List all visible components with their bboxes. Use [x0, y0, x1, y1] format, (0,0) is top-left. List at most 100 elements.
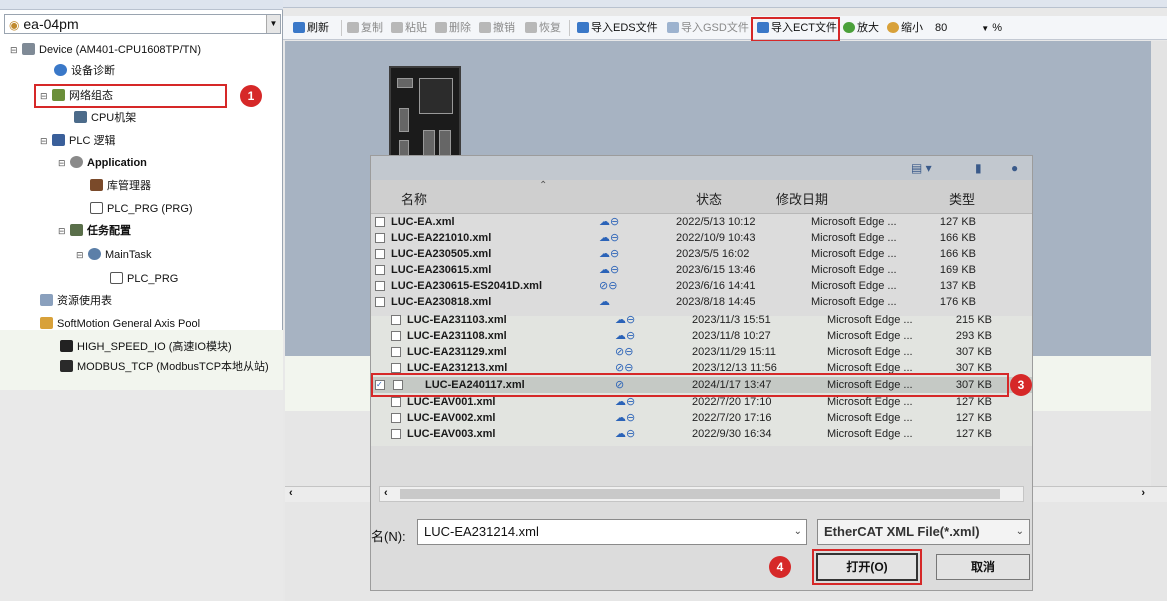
file-type: Microsoft Edge ...	[827, 428, 913, 440]
file-status: ☁⊖	[599, 216, 620, 228]
tree-lower-region: HIGH_SPEED_IO (高速IO模块) MODBUS_TCP (Modbu…	[0, 330, 283, 390]
file-date: 2023/6/15 13:46	[676, 264, 756, 276]
cancel-button[interactable]: 取消	[936, 554, 1030, 580]
tree-item-application[interactable]: ⊟ Application	[58, 154, 147, 172]
file-row[interactable]: LUC-EA231103.xml ☁⊖ 2023/11/3 15:51 Microso…	[371, 312, 1032, 328]
filename-label: 名(N):	[371, 529, 406, 544]
file-status: ☁⊖	[599, 264, 620, 276]
file-icon	[391, 397, 401, 407]
callout-box-3	[371, 373, 1009, 397]
column-status[interactable]: 状态	[696, 189, 722, 208]
file-date: 2023/11/29 15:11	[692, 346, 777, 358]
file-row[interactable]: LUC-EA230615.xml ☁⊖ 2023/6/15 13:46 Microso…	[371, 262, 1032, 278]
task-config-icon	[70, 224, 83, 237]
file-row[interactable]: LUC-EA230818.xml ☁ 2023/8/18 14:45 Microsof…	[371, 294, 1032, 310]
scroll-left-arrow[interactable]: ‹	[384, 487, 388, 499]
tree-item-diagnostics[interactable]: 设备诊断	[52, 62, 115, 80]
tree-item-main-task[interactable]: ⊟ MainTask	[76, 246, 151, 264]
redo-button[interactable]: 恢复	[523, 19, 563, 37]
zoom-level-select[interactable]: 80 ▼ %	[933, 19, 1004, 37]
file-list-horizontal-scrollbar[interactable]: ‹	[379, 486, 1024, 502]
file-type: Microsoft Edge ...	[811, 264, 897, 276]
preview-pane-icon[interactable]: ▮	[975, 161, 982, 175]
file-row[interactable]: LUC-EA230615-ES2041D.xml ⊘⊖ 2023/6/16 14:4…	[371, 278, 1032, 294]
tree-item-library-manager[interactable]: 库管理器	[88, 177, 151, 195]
callout-box-2	[751, 17, 840, 42]
import-eds-icon	[577, 21, 589, 33]
tree-item-modbus-tcp[interactable]: MODBUS_TCP (ModbusTCP本地从站)	[58, 358, 269, 376]
file-size: 127 KB	[955, 412, 992, 424]
import-gsd-button[interactable]: 导入GSD文件	[665, 19, 751, 37]
tree-item-plc-logic[interactable]: ⊟ PLC 逻辑	[40, 132, 115, 150]
application-icon	[70, 156, 83, 169]
file-date: 2023/6/16 14:41	[676, 280, 756, 292]
callout-box-1	[34, 84, 227, 108]
toolbar-separator	[569, 20, 570, 36]
file-icon	[375, 249, 385, 259]
undo-button[interactable]: 撤销	[477, 19, 517, 37]
device-port	[397, 78, 413, 88]
chevron-down-icon[interactable]: ▼	[266, 15, 280, 33]
file-row[interactable]: LUC-EA221010.xml ☁⊖ 2022/10/9 10:43 Microso…	[371, 230, 1032, 246]
tree-item-task-config[interactable]: ⊟ 任务配置	[58, 222, 131, 240]
file-icon	[391, 363, 401, 373]
file-row[interactable]: LUC-EAV002.xml ☁⊖ 2022/7/20 17:16 Microsoft…	[371, 410, 1032, 426]
undo-icon	[479, 21, 491, 33]
file-size: 166 KB	[939, 232, 976, 244]
file-row[interactable]: LUC-EA231129.xml ⊘⊖ 2023/11/29 15:11 Micros…	[371, 344, 1032, 360]
filetype-select[interactable]: EtherCAT XML File(*.xml) ⌄	[817, 519, 1030, 545]
toolbar-separator	[341, 20, 342, 36]
file-name: LUC-EA230615-ES2041D.xml	[391, 280, 543, 292]
scrollbar-thumb[interactable]	[400, 489, 1000, 499]
device-port	[399, 108, 409, 132]
column-type[interactable]: 类型	[949, 189, 975, 208]
file-date: 2023/8/18 14:45	[676, 296, 756, 308]
collapse-icon[interactable]: ⊟	[40, 132, 50, 150]
canvas-vertical-scrollbar[interactable]	[1151, 41, 1167, 486]
file-type: Microsoft Edge ...	[811, 280, 897, 292]
tree-item-main-task-plc-prg[interactable]: PLC_PRG	[108, 270, 178, 288]
device-port	[419, 78, 453, 114]
file-type: Microsoft Edge ...	[811, 296, 897, 308]
refresh-button[interactable]: 刷新	[291, 19, 331, 37]
collapse-icon[interactable]: ⊟	[10, 41, 20, 59]
collapse-icon[interactable]: ⊟	[58, 222, 68, 240]
file-name: LUC-EAV002.xml	[407, 412, 496, 424]
file-row[interactable]: LUC-EA230505.xml ☁⊖ 2023/5/5 16:02 Microsof…	[371, 246, 1032, 262]
file-name: LUC-EA231108.xml	[407, 330, 507, 342]
file-icon	[375, 281, 385, 291]
delete-button[interactable]: 删除	[433, 19, 473, 37]
resource-table-icon	[40, 294, 53, 307]
chevron-down-icon[interactable]: ⌄	[794, 520, 802, 544]
help-icon[interactable]: ●	[1011, 161, 1018, 175]
import-eds-button[interactable]: 导入EDS文件	[575, 19, 660, 37]
view-options-icon[interactable]: ▤ ▾	[911, 161, 932, 175]
zoom-in-button[interactable]: 放大	[841, 19, 881, 37]
file-icon	[391, 347, 401, 357]
file-size: 215 KB	[955, 314, 992, 326]
column-name[interactable]: 名称	[401, 189, 427, 208]
collapse-icon[interactable]: ⊟	[76, 246, 86, 264]
zoom-out-icon	[887, 21, 899, 33]
tree-item-cpu-rack[interactable]: CPU机架	[72, 109, 136, 127]
paste-button[interactable]: 粘贴	[389, 19, 429, 37]
file-row[interactable]: LUC-EAV003.xml ☁⊖ 2022/9/30 16:34 Microsoft…	[371, 426, 1032, 442]
project-selector[interactable]: ◉ ea-04pm ▼	[4, 14, 281, 34]
copy-button[interactable]: 复制	[345, 19, 385, 37]
file-row[interactable]: LUC-EA.xml ☁⊖ 2022/5/13 10:12 Microsoft Edg…	[371, 214, 1032, 230]
file-date: 2022/7/20 17:16	[692, 412, 772, 424]
file-row[interactable]: LUC-EA231108.xml ☁⊖ 2023/11/8 10:27 Microso…	[371, 328, 1032, 344]
program-icon	[90, 202, 103, 215]
chevron-down-icon[interactable]: ⌄	[1016, 520, 1024, 544]
tree-item-resource-table[interactable]: 资源使用表	[38, 292, 112, 310]
collapse-icon[interactable]: ⊟	[58, 154, 68, 172]
column-modified[interactable]: 修改日期	[776, 189, 828, 208]
tree-item-high-speed-io[interactable]: HIGH_SPEED_IO (高速IO模块)	[58, 338, 232, 356]
scroll-right-arrow[interactable]: ›	[1141, 487, 1145, 499]
filename-input[interactable]: LUC-EA231214.xml ⌄	[417, 519, 807, 545]
zoom-out-button[interactable]: 缩小	[885, 19, 925, 37]
scroll-left-arrow[interactable]: ‹	[289, 487, 293, 499]
tree-item-device[interactable]: ⊟ Device (AM401-CPU1608TP/TN)	[10, 41, 201, 59]
tree-item-plc-prg[interactable]: PLC_PRG (PRG)	[88, 200, 193, 218]
cpu-rack-icon	[74, 111, 87, 124]
